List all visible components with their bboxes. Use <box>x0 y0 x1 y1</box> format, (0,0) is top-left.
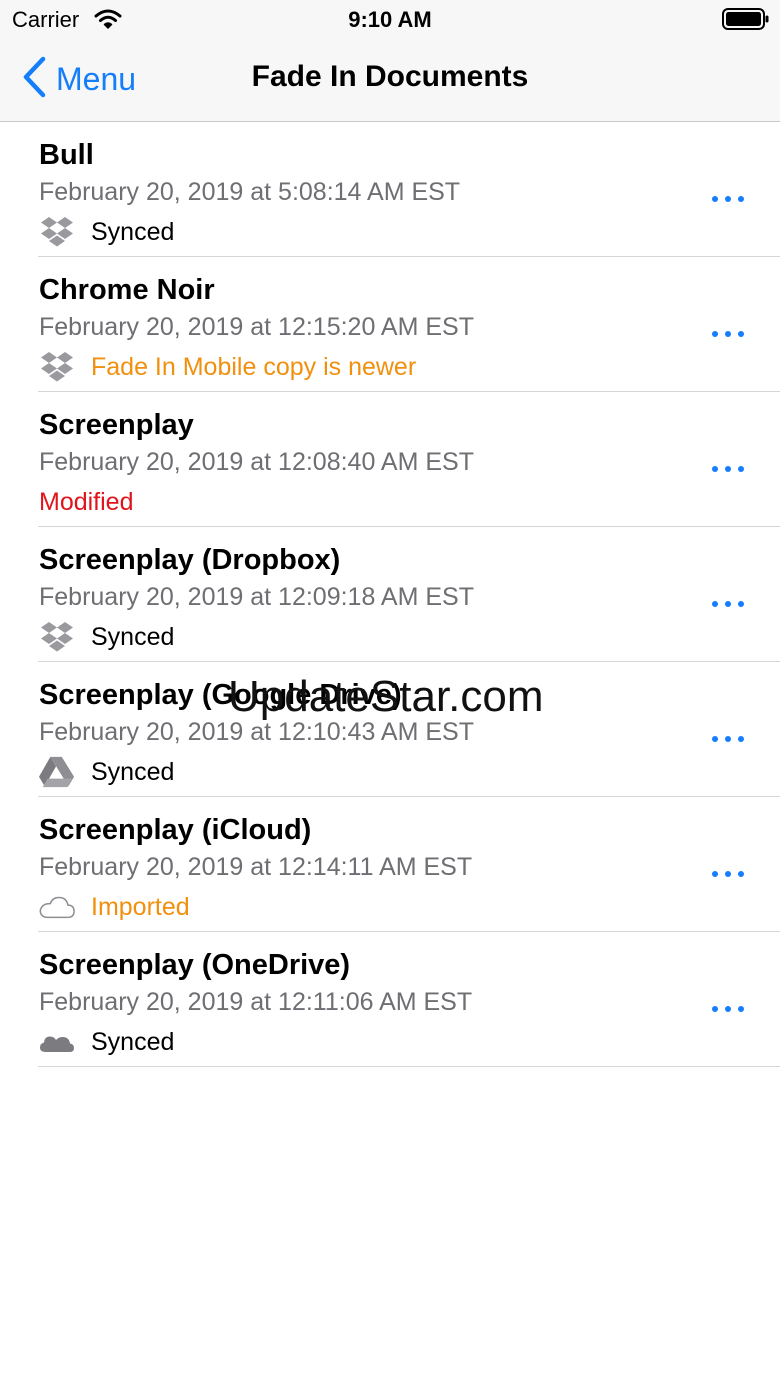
ellipsis-icon <box>712 871 744 877</box>
ellipsis-icon <box>712 466 744 472</box>
sync-status: Modified <box>39 485 134 519</box>
document-date: February 20, 2019 at 12:08:40 AM EST <box>39 448 474 476</box>
ellipsis-icon <box>712 736 744 742</box>
document-name: Screenplay (Dropbox) <box>39 544 341 576</box>
document-row-bull[interactable]: Bull February 20, 2019 at 5:08:14 AM EST… <box>0 122 780 257</box>
document-date: February 20, 2019 at 12:14:11 AM EST <box>39 853 473 881</box>
document-row-screenplay-google-drive[interactable]: Screenplay (Google Drive) February 20, 2… <box>0 662 780 797</box>
more-options-button[interactable] <box>704 317 752 351</box>
ellipsis-icon <box>712 196 744 202</box>
more-options-button[interactable] <box>704 587 752 621</box>
sync-status: Synced <box>39 1025 174 1059</box>
document-row-screenplay-icloud[interactable]: Screenplay (iCloud) February 20, 2019 at… <box>0 797 780 932</box>
dropbox-icon <box>39 216 75 248</box>
status-label: Imported <box>91 892 190 921</box>
row-divider <box>38 1066 780 1067</box>
document-name: Screenplay (iCloud) <box>39 814 312 846</box>
battery-icon <box>722 8 770 35</box>
ellipsis-icon <box>712 1006 744 1012</box>
document-row-chrome-noir[interactable]: Chrome Noir February 20, 2019 at 12:15:2… <box>0 257 780 392</box>
sync-status: Synced <box>39 755 174 789</box>
dropbox-icon <box>39 351 75 383</box>
document-name: Screenplay <box>39 409 194 441</box>
icloud-icon <box>39 891 75 923</box>
document-name: Screenplay (Google Drive) <box>39 679 402 711</box>
status-label: Synced <box>91 1027 175 1056</box>
more-options-button[interactable] <box>704 722 752 756</box>
sync-status: Imported <box>39 890 190 924</box>
document-row-screenplay-onedrive[interactable]: Screenplay (OneDrive) February 20, 2019 … <box>0 932 780 1067</box>
more-options-button[interactable] <box>704 452 752 486</box>
document-date: February 20, 2019 at 12:11:06 AM EST <box>39 988 473 1016</box>
document-name: Screenplay (OneDrive) <box>39 949 351 981</box>
more-options-button[interactable] <box>704 992 752 1026</box>
more-options-button[interactable] <box>704 857 752 891</box>
document-name: Chrome Noir <box>39 274 215 306</box>
onedrive-icon <box>39 1026 75 1058</box>
document-date: February 20, 2019 at 12:15:20 AM EST <box>39 313 474 341</box>
dropbox-icon <box>39 621 75 653</box>
status-time: 9:10 AM <box>348 7 432 32</box>
status-label: Modified <box>39 487 134 516</box>
sync-status: Fade In Mobile copy is newer <box>39 350 416 384</box>
document-row-screenplay[interactable]: Screenplay February 20, 2019 at 12:08:40… <box>0 392 780 527</box>
navigation-bar: Menu Fade In Documents <box>0 40 780 122</box>
status-label: Synced <box>91 757 175 786</box>
document-row-screenplay-dropbox[interactable]: Screenplay (Dropbox) February 20, 2019 a… <box>0 527 780 662</box>
more-options-button[interactable] <box>704 182 752 216</box>
google-drive-icon <box>39 756 75 788</box>
ellipsis-icon <box>712 331 744 337</box>
document-date: February 20, 2019 at 5:08:14 AM EST <box>39 178 461 206</box>
document-name: Bull <box>39 139 94 171</box>
document-date: February 20, 2019 at 12:09:18 AM EST <box>39 583 474 611</box>
document-date: February 20, 2019 at 12:10:43 AM EST <box>39 718 474 746</box>
status-label: Fade In Mobile copy is newer <box>91 352 417 381</box>
page-title: Fade In Documents <box>251 60 529 93</box>
ellipsis-icon <box>712 601 744 607</box>
sync-status: Synced <box>39 215 174 249</box>
status-label: Synced <box>91 622 175 651</box>
document-list: Bull February 20, 2019 at 5:08:14 AM EST… <box>0 122 780 1067</box>
sync-status: Synced <box>39 620 174 654</box>
status-label: Synced <box>91 217 175 246</box>
status-bar: Carrier 9:10 AM <box>0 0 780 40</box>
